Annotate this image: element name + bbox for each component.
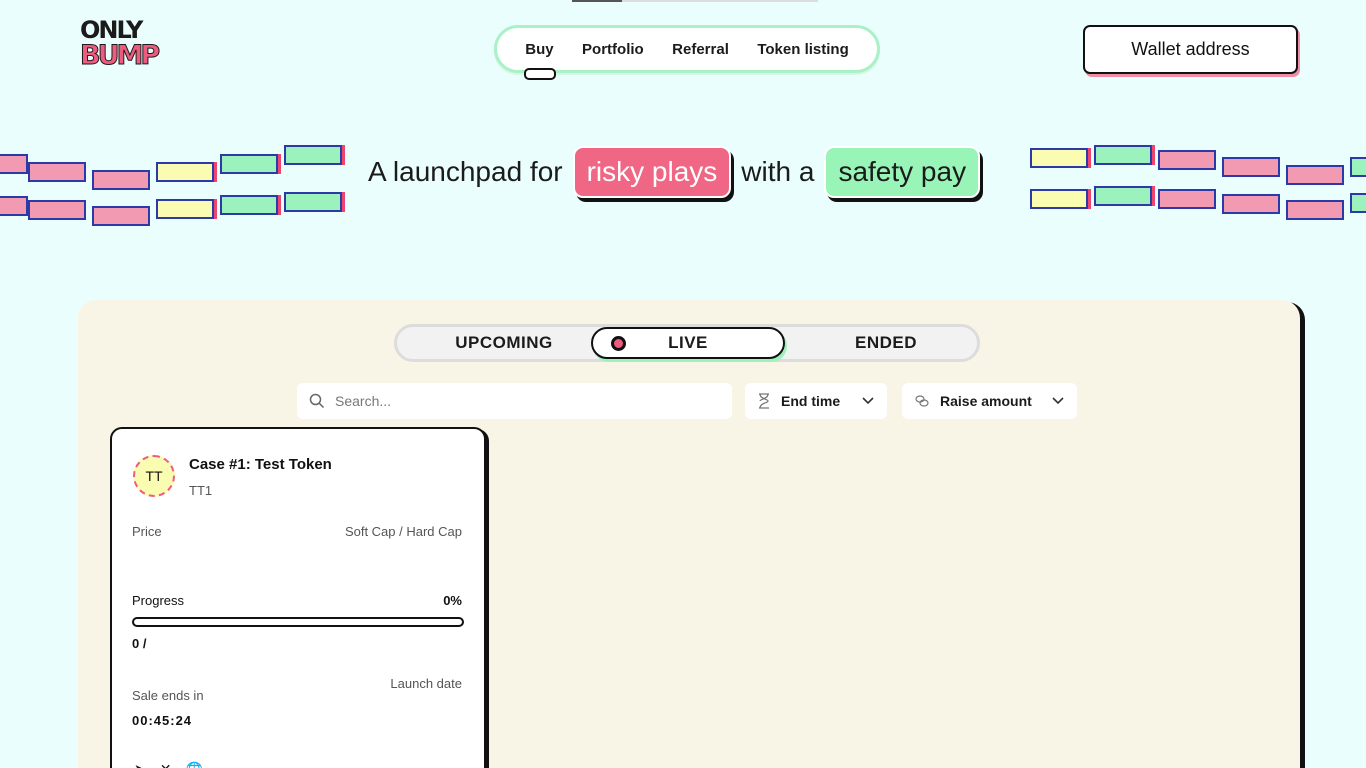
search-input[interactable] <box>335 393 695 409</box>
wallet-address-button[interactable]: Wallet address <box>1083 25 1298 74</box>
tab-upcoming[interactable]: UPCOMING <box>407 327 601 359</box>
tab-ended[interactable]: ENDED <box>789 327 983 359</box>
live-dot-icon <box>611 336 626 351</box>
hero-pill-risky: risky plays <box>572 146 732 198</box>
hero-prefix: A launchpad for <box>368 156 563 187</box>
hero-pill-safety: safety pay <box>824 146 981 198</box>
sale-ends-countdown: 00:45:24 <box>132 713 193 728</box>
chevron-down-icon <box>1052 397 1064 405</box>
tab-upcoming-label: UPCOMING <box>455 333 553 352</box>
token-avatar: TT <box>133 455 175 497</box>
logo-line2: BUMP <box>79 40 160 71</box>
sale-ends-label: Sale ends in <box>132 688 204 703</box>
status-tabs: UPCOMING LIVE ENDED <box>394 324 980 362</box>
token-symbol: TT1 <box>189 483 213 498</box>
nav-item-buy[interactable]: Buy <box>524 41 557 80</box>
tab-live-label: LIVE <box>668 333 708 352</box>
main-nav: Buy Portfolio Referral Token listing <box>494 25 880 80</box>
nav-item-portfolio[interactable]: Portfolio <box>582 41 644 58</box>
coins-icon <box>915 395 929 407</box>
raise-amount-dropdown[interactable]: Raise amount <box>902 383 1077 419</box>
tab-ended-label: ENDED <box>854 333 917 352</box>
raised-amount: 0 / <box>132 636 147 651</box>
tab-live[interactable]: LIVE <box>591 327 785 359</box>
telegram-icon[interactable]: ➤ <box>134 761 146 768</box>
token-title: Case #1: Test Token <box>189 456 332 473</box>
search-icon <box>309 393 325 409</box>
globe-icon[interactable]: 🌐 <box>185 761 202 768</box>
end-time-dropdown[interactable]: End time <box>745 383 887 419</box>
price-label: Price <box>132 524 162 539</box>
social-links: ➤ ✕ 🌐 <box>134 761 203 768</box>
progress-label: Progress <box>132 593 185 608</box>
chevron-down-icon <box>862 397 874 405</box>
hero-middle: with a <box>741 156 815 187</box>
logo[interactable]: ONLY BUMP <box>79 16 172 76</box>
top-scrollbar-thumb[interactable] <box>572 0 622 2</box>
hero-headline: A launchpad for risky plays with a safet… <box>368 144 990 200</box>
hourglass-icon <box>759 393 769 409</box>
token-card[interactable]: TT Case #1: Test Token TT1 Price Soft Ca… <box>110 427 486 768</box>
search-box <box>297 383 732 419</box>
progress-bar <box>132 617 464 627</box>
cap-label: Soft Cap / Hard Cap <box>344 524 462 539</box>
end-time-label: End time <box>781 393 841 409</box>
logo-line1: ONLY <box>80 16 143 44</box>
raise-amount-label: Raise amount <box>940 393 1032 409</box>
nav-item-token-listing[interactable]: Token listing <box>757 41 848 58</box>
progress-value: 0% <box>443 593 462 608</box>
nav-item-referral[interactable]: Referral <box>672 41 729 58</box>
x-icon[interactable]: ✕ <box>160 761 172 768</box>
launch-date-label: Launch date <box>390 676 462 691</box>
